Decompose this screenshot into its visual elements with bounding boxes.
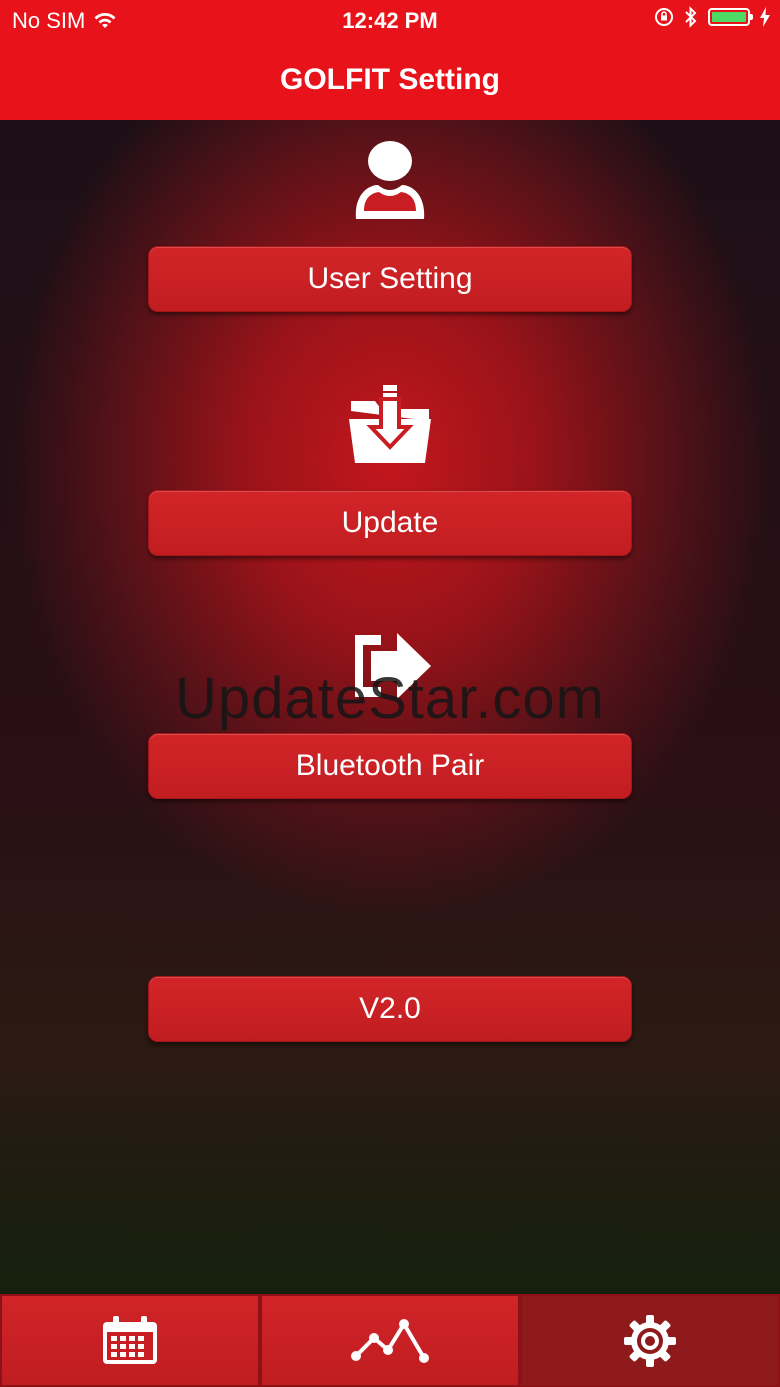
bluetooth-pair-button[interactable]: Bluetooth Pair	[148, 733, 632, 799]
calendar-icon	[103, 1315, 157, 1364]
tab-calendar[interactable]	[0, 1294, 260, 1387]
folder-download-icon	[340, 380, 440, 470]
user-icon	[340, 134, 440, 224]
navigation-bar: GOLFIT Setting	[0, 40, 780, 120]
tab-statistics[interactable]	[260, 1294, 520, 1387]
tab-settings[interactable]	[520, 1294, 780, 1387]
tab-bar	[0, 1294, 780, 1387]
battery-icon	[708, 8, 753, 26]
charging-icon	[760, 7, 770, 27]
status-bar: No SIM 12:42 PM	[0, 0, 780, 40]
watermark: UpdateStar.com	[175, 666, 605, 731]
version-button[interactable]: V2.0	[148, 976, 632, 1042]
chart-line-icon	[351, 1318, 429, 1363]
user-setting-button[interactable]: User Setting	[148, 246, 632, 312]
bluetooth-icon	[685, 6, 697, 28]
status-indicators	[654, 6, 770, 28]
orientation-lock-icon	[655, 8, 673, 26]
page-title: GOLFIT Setting	[280, 63, 500, 96]
update-button[interactable]: Update	[148, 490, 632, 556]
gear-icon	[624, 1314, 676, 1367]
